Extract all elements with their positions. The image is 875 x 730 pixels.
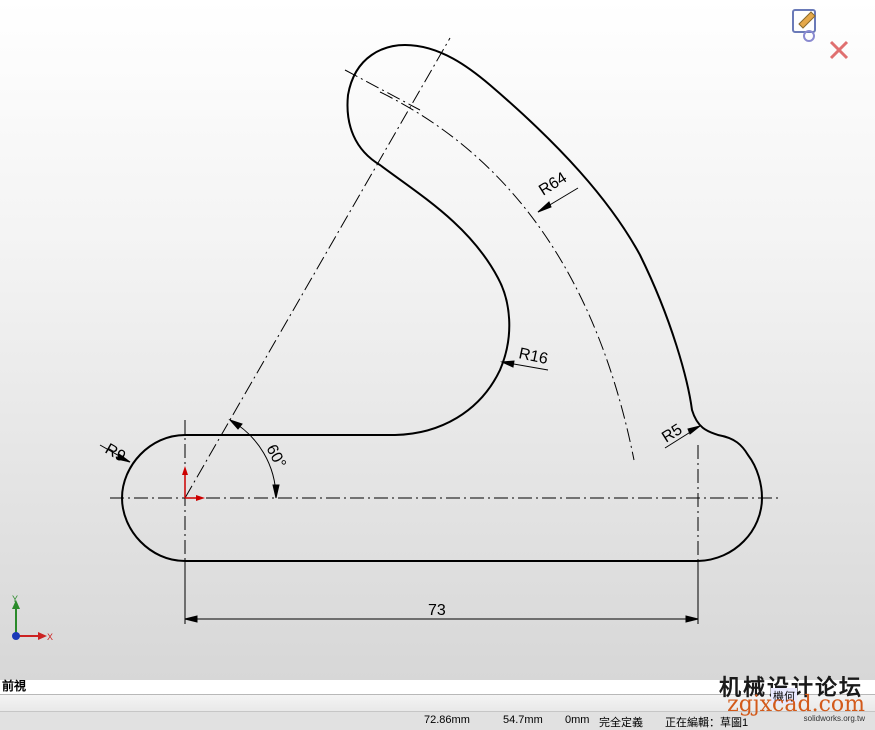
dim-r64-label[interactable]: R64 [536, 169, 570, 199]
centerlines [110, 37, 778, 565]
triad-z-axis [12, 632, 20, 640]
arrow-right [685, 615, 699, 623]
sketch-canvas[interactable]: 73 R9 R64 R16 R5 60° Y X [0, 0, 875, 680]
sketch-origin[interactable] [182, 466, 205, 501]
r64-arc-centerline [379, 91, 635, 461]
dim-r5-label[interactable]: R5 [659, 421, 685, 446]
angle-arrow-top [228, 418, 243, 430]
triad-x-label: X [47, 632, 53, 642]
origin-x-head [196, 495, 205, 501]
status-x-coordinate: 72.86mm [424, 714, 470, 726]
view-orientation-label: 前視 [2, 679, 27, 693]
dim-r9-label[interactable]: R9 [102, 441, 128, 466]
arrow-left [184, 615, 198, 623]
r64-arrow [537, 201, 552, 213]
reference-triad[interactable]: Y X [12, 594, 53, 642]
status-y-coordinate: 54.7mm [503, 714, 543, 726]
graphics-area[interactable]: 73 R9 R64 R16 R5 60° Y X [0, 0, 875, 680]
confirmation-corner[interactable] [791, 2, 861, 64]
triad-y-label: Y [12, 594, 18, 604]
dim-angle-label[interactable]: 60° [262, 442, 288, 471]
upper-centerline [344, 69, 421, 111]
status-strip: 72.86mm 54.7mm 0mm 完全定義 正在編輯：草圖1 [0, 711, 875, 730]
triad-x-head [38, 632, 47, 640]
dim-r16-label[interactable]: R16 [517, 345, 549, 368]
r5-arrow [687, 425, 701, 435]
status-z-coordinate: 0mm [565, 714, 590, 726]
sketch-exit-icon[interactable] [792, 9, 816, 42]
angled-centerline [184, 37, 451, 499]
dim-73-label[interactable]: 73 [428, 602, 446, 619]
r16-arrow [500, 360, 515, 368]
sketch-outline[interactable] [120, 43, 764, 562]
angle-arrow-bottom [272, 484, 280, 499]
cancel-x-icon[interactable] [829, 40, 849, 60]
origin-y-head [182, 466, 188, 475]
status-bar: 72.86mm 54.7mm 0mm 完全定義 正在編輯：草圖1 [0, 694, 875, 730]
